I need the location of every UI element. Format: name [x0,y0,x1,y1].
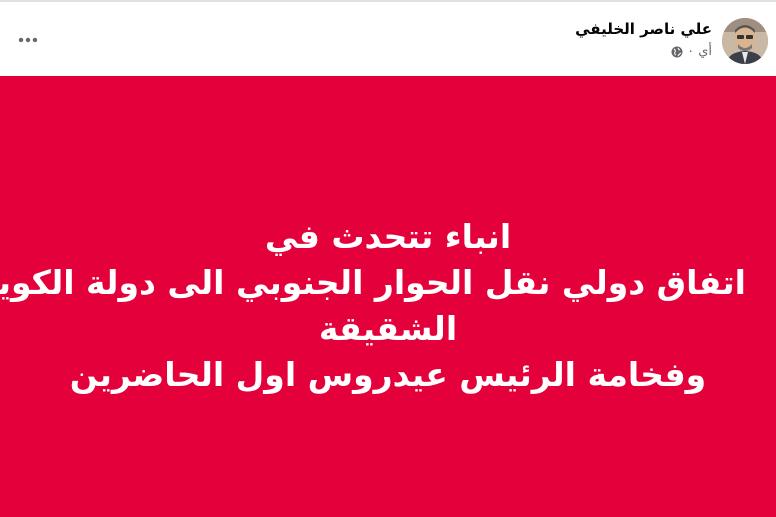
text-background-post[interactable]: انباء تتحدث في اتفاق دولي نقل الحوار الج… [0,76,776,517]
more-options-button[interactable] [10,22,46,58]
avatar-image [722,18,768,64]
post-header: علي ناصر الخليفي أي ٠ [0,2,776,76]
post-text: انباء تتحدث في اتفاق دولي نقل الحوار الج… [0,214,746,398]
globe-icon[interactable] [671,46,683,58]
post-text-line: الشقيقة [318,309,458,348]
post-text-line: وفخامة الرئيس عيدروس اول الحاضرين [69,355,707,394]
post-time[interactable]: أي ٠ [687,44,712,59]
author-avatar[interactable] [722,18,768,64]
author-name[interactable]: علي ناصر الخليفي [575,20,712,38]
post-meta: أي ٠ [671,44,712,59]
more-horizontal-icon [18,37,38,43]
post-text-line: اتفاق دولي نقل الحوار الجنوبي الى دولة ا… [0,263,746,302]
post-card: علي ناصر الخليفي أي ٠ انباء تتحدث في اتف… [0,0,776,517]
post-text-line: انباء تتحدث في [264,217,512,256]
